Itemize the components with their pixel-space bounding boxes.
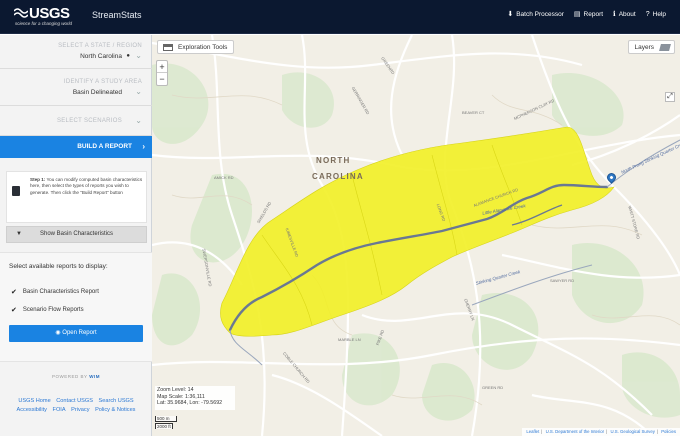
step-identify-study-area[interactable]: IDENTIFY A STUDY AREA Basin Delineated ⌄	[0, 69, 152, 106]
nav-batch-processor[interactable]: ⬇ Batch Processor	[507, 11, 564, 18]
map-view[interactable]: NORTH CAROLINA North Prong Stinking Quar…	[152, 35, 680, 436]
attribution-doi[interactable]: U.S. Department of the Interior	[546, 429, 605, 434]
road-label: GREEN RD	[482, 385, 504, 390]
step-label: SELECT A STATE / REGION	[58, 43, 142, 49]
study-area-value: Basin Delineated	[72, 89, 122, 96]
coordinates-text: Lat: 35.9684, Lon: -79.5692	[157, 400, 223, 407]
checkmark-icon: ✔	[11, 289, 17, 296]
step-label: SELECT SCENARIOS	[56, 118, 122, 124]
help-text: Step 1: You can modify computed basin ch…	[30, 177, 144, 196]
help-step-label: Step 1:	[30, 177, 46, 182]
map-info-panel: Zoom Level: 14 Map Scale: 1:36,111 Lat: …	[155, 386, 235, 410]
help-panel: Step 1: You can modify computed basin ch…	[6, 171, 147, 223]
footer-link-privacy[interactable]: Privacy	[71, 407, 89, 413]
report-option-scenario-flow[interactable]: ✔ Scenario Flow Reports	[11, 306, 84, 314]
reports-panel: Select available reports to display: ✔ B…	[0, 252, 152, 362]
attribution-policies[interactable]: Policies	[661, 429, 676, 434]
checkmark-icon: ✔	[11, 307, 17, 314]
footer-links: USGS Home Contact USGS Search USGS Acces…	[0, 397, 152, 415]
exploration-tools-label: Exploration Tools	[178, 44, 228, 51]
zoom-out-button[interactable]: −	[157, 73, 167, 85]
scale-bar: 500 m 2000 ft	[155, 416, 177, 430]
report-option-basin-characteristics[interactable]: ✔ Basin Characteristics Report	[11, 288, 99, 296]
layers-icon	[659, 44, 671, 51]
footer-link-policy[interactable]: Policy & Notices	[95, 407, 135, 413]
download-icon: ⬇	[507, 11, 514, 18]
scale-metric: 500 m	[155, 416, 177, 422]
map-scale-text: Map Scale: 1:36,111	[157, 393, 205, 400]
road-label: BEAVER CT	[462, 110, 485, 115]
info-icon: ℹ	[613, 11, 616, 18]
chevron-right-icon: ›	[142, 142, 145, 151]
logo-text: USGS	[29, 5, 70, 22]
header-nav: ⬇ Batch Processor ▤ Report ℹ About ? Hel…	[507, 11, 666, 18]
zoom-level-text: Zoom Level: 14	[157, 387, 194, 393]
footer-link-search[interactable]: Search USGS	[99, 398, 134, 404]
step-select-scenarios[interactable]: SELECT SCENARIOS ⌄	[0, 106, 152, 136]
road-label: MARBLE LN	[338, 337, 361, 342]
build-report-label: BUILD A REPORT	[77, 143, 132, 150]
nav-label: Report	[583, 11, 604, 18]
road-label: AMICK RD	[214, 175, 234, 180]
reports-title: Select available reports to display:	[9, 263, 108, 270]
zoom-control: + −	[156, 60, 168, 86]
show-basin-label: Show Basin Characteristics	[39, 231, 114, 237]
sidebar: SELECT A STATE / REGION North Carolina ●…	[0, 35, 152, 436]
info-icon[interactable]: ●	[126, 53, 130, 59]
attribution-usgs[interactable]: U.S. Geological Survey	[610, 429, 654, 434]
scale-imperial: 2000 ft	[155, 423, 173, 429]
step-label: IDENTIFY A STUDY AREA	[63, 79, 142, 85]
chevron-down-icon[interactable]: ⌄	[135, 51, 142, 60]
footer-link-usgs-home[interactable]: USGS Home	[18, 398, 50, 404]
report-option-label: Basin Characteristics Report	[22, 289, 99, 295]
toolbox-icon	[163, 44, 173, 51]
top-navigation-bar: USGS science for a changing world Stream…	[0, 0, 680, 34]
app-title: StreamStats	[92, 10, 142, 20]
usgs-wave-icon	[14, 8, 28, 18]
layers-button[interactable]: Layers	[628, 40, 675, 54]
logo-tagline: science for a changing world	[15, 21, 73, 26]
nav-about[interactable]: ℹ About	[613, 11, 636, 18]
question-icon: ?	[645, 11, 650, 18]
footer-link-accessibility[interactable]: Accessibility	[17, 407, 47, 413]
wim-brand[interactable]: WIM	[89, 374, 100, 379]
place-label-carolina: CAROLINA	[312, 172, 364, 181]
caret-down-icon: ▼	[16, 231, 22, 237]
show-basin-characteristics-button[interactable]: ▼ Show Basin Characteristics	[6, 226, 147, 243]
open-report-label: Open Report	[62, 330, 97, 336]
exploration-tools-button[interactable]: Exploration Tools	[157, 40, 235, 54]
open-report-button[interactable]: ◉ Open Report	[9, 325, 143, 342]
zoom-in-button[interactable]: +	[157, 61, 167, 73]
open-report-icon: ◉	[55, 330, 61, 336]
road-label: SAWYER RD	[550, 278, 575, 283]
powered-by: POWERED BY WIM	[0, 374, 152, 379]
layers-label: Layers	[634, 44, 654, 51]
report-option-label: Scenario Flow Reports	[22, 307, 84, 313]
build-report-button[interactable]: BUILD A REPORT ›	[0, 136, 152, 158]
map-attribution: Leaflet | U.S. Department of the Interior…	[522, 428, 680, 436]
footer-link-foia[interactable]: FOIA	[53, 407, 66, 413]
map-canvas[interactable]	[152, 35, 680, 436]
nav-label: Batch Processor	[516, 11, 564, 18]
powered-by-text: POWERED BY	[52, 374, 88, 379]
nav-label: About	[618, 11, 636, 18]
attribution-leaflet[interactable]: Leaflet	[526, 429, 539, 434]
help-description: You can modify computed basin characteri…	[30, 177, 143, 195]
basin-polygon[interactable]	[220, 126, 615, 337]
bookmark-icon	[12, 186, 20, 196]
document-icon: ▤	[573, 11, 581, 18]
chevron-down-icon[interactable]: ⌄	[135, 116, 142, 125]
step-select-state[interactable]: SELECT A STATE / REGION North Carolina ●…	[0, 35, 152, 69]
fullscreen-button[interactable]: ⤢	[665, 92, 675, 102]
chevron-down-icon[interactable]: ⌄	[135, 87, 142, 96]
state-value: North Carolina	[80, 53, 122, 60]
footer-link-contact[interactable]: Contact USGS	[56, 398, 93, 404]
nav-label: Help	[652, 11, 666, 18]
nav-report[interactable]: ▤ Report	[574, 11, 603, 18]
nav-help[interactable]: ? Help	[646, 11, 666, 18]
place-label-north: NORTH	[316, 156, 351, 165]
usgs-logo[interactable]: USGS science for a changing world	[14, 5, 84, 29]
